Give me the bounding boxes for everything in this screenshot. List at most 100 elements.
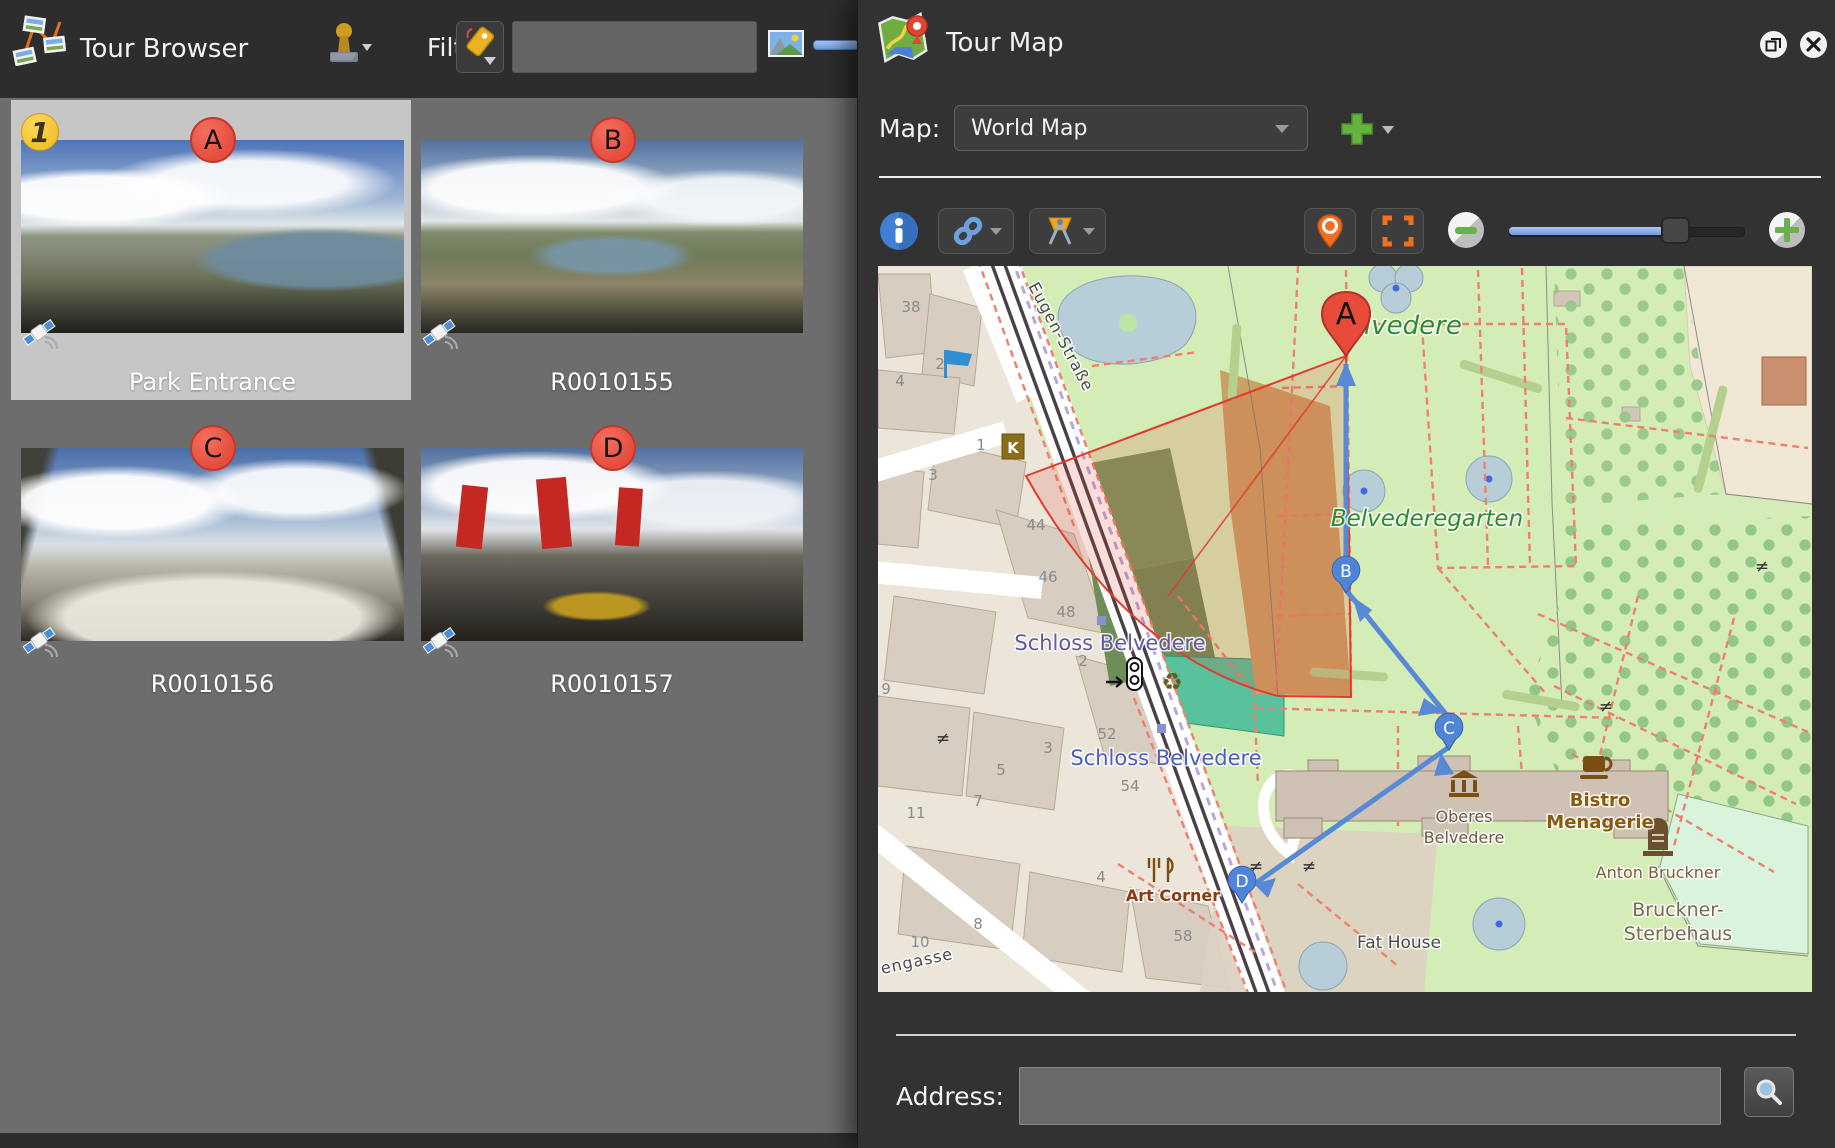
map-select-value: World Map [971, 116, 1087, 141]
zoom-slider-handle[interactable] [1661, 217, 1690, 244]
separator [879, 176, 1821, 178]
svg-text:10: 10 [910, 933, 929, 951]
svg-text:Menagerie: Menagerie [1546, 812, 1653, 833]
info-icon [879, 211, 919, 251]
svg-text:Oberes: Oberes [1436, 807, 1493, 826]
tour-browser-header: Tour Browser Filter: [0, 0, 857, 99]
thumb-marker-a: A [190, 117, 236, 163]
map-svg: K ♻ ≠ ≠ ≠ ≠ ≠ [878, 266, 1812, 992]
compass-icon [1041, 214, 1079, 248]
svg-text:4: 4 [895, 372, 905, 390]
svg-text:Anton Bruckner: Anton Bruckner [1596, 863, 1721, 882]
chevron-down-icon [1275, 125, 1289, 133]
svg-text:1: 1 [976, 436, 986, 454]
tour-start-badge: 1 [21, 113, 59, 151]
tag-filter-button[interactable] [456, 21, 504, 73]
address-input[interactable] [1019, 1067, 1721, 1125]
tour-map-title: Tour Map [946, 0, 1064, 92]
gps-icon [421, 314, 459, 352]
thumb-marker-c-letter: C [204, 433, 223, 464]
link-icon [950, 215, 986, 247]
tour-start-badge-number: 1 [30, 116, 49, 149]
svg-text:8: 8 [973, 915, 983, 933]
filter-input[interactable] [512, 21, 757, 73]
link-panoramas-button[interactable] [938, 208, 1014, 254]
map-pin-icon [1315, 213, 1345, 249]
info-button[interactable] [879, 211, 919, 251]
zoom-slider-fill [1509, 227, 1664, 235]
svg-text:≠: ≠ [936, 729, 950, 749]
svg-text:Art Corner: Art Corner [1126, 886, 1220, 905]
svg-text:38: 38 [901, 298, 920, 316]
stamp-menu-button[interactable] [322, 22, 378, 74]
svg-text:♻: ♻ [1161, 668, 1183, 696]
thumb-marker-c: C [190, 425, 236, 471]
svg-text:Schloss Belvedere: Schloss Belvedere [1070, 746, 1261, 770]
svg-text:3: 3 [1043, 739, 1053, 757]
svg-text:D: D [1235, 872, 1248, 892]
address-search-button[interactable] [1744, 1067, 1794, 1117]
zoom-in-button[interactable] [1769, 212, 1805, 248]
thumb-label-r0010155: R0010155 [421, 368, 803, 396]
svg-text:2: 2 [1078, 652, 1088, 670]
svg-text:58: 58 [1173, 927, 1192, 945]
separator [896, 1034, 1796, 1036]
gps-icon [421, 622, 459, 660]
svg-text:54: 54 [1120, 777, 1139, 795]
svg-text:48: 48 [1056, 603, 1075, 621]
svg-text:≠: ≠ [1755, 557, 1769, 577]
svg-text:11: 11 [906, 804, 925, 822]
tour-map-icon [874, 8, 932, 68]
panorama-list: A B C D 1 Park Entrance R0010155 R001015… [0, 98, 857, 1133]
thumbnail-size-icon [768, 30, 804, 57]
add-icon [1338, 110, 1402, 150]
thumb-label-r0010156: R0010156 [21, 670, 404, 698]
chevron-down-icon [1083, 228, 1095, 235]
tour-map-window: Tour Map Map: World Map [857, 0, 1835, 1148]
thumbnail-size-slider[interactable] [813, 40, 859, 50]
svg-text:K: K [1007, 439, 1020, 457]
svg-text:B: B [1340, 562, 1352, 582]
svg-text:Belvederegarten: Belvederegarten [1331, 506, 1523, 532]
svg-text:9: 9 [881, 680, 891, 698]
chevron-down-icon [990, 228, 1002, 235]
tour-browser-title: Tour Browser [80, 0, 248, 98]
panorama-thumb-park-entrance[interactable] [21, 140, 404, 333]
red-flag [456, 485, 488, 549]
tour-browser-window: Tour Browser Filter: [0, 0, 857, 1148]
gps-icon [21, 622, 59, 660]
svg-text:52: 52 [1097, 725, 1116, 743]
center-marker-button[interactable] [1304, 208, 1356, 254]
tour-browser-icon [12, 10, 68, 66]
svg-text:5: 5 [996, 761, 1006, 779]
stamp-icon [322, 22, 378, 74]
svg-text:Sterbehaus: Sterbehaus [1624, 923, 1732, 945]
svg-text:≠: ≠ [1302, 857, 1316, 877]
plus-icon [1775, 218, 1799, 242]
undock-button[interactable] [1760, 31, 1787, 58]
svg-text:44: 44 [1026, 516, 1045, 534]
thumb-marker-d: D [590, 425, 636, 471]
set-viewing-direction-button[interactable] [1029, 208, 1106, 254]
panorama-thumb-r0010157[interactable] [421, 448, 803, 641]
map-label: Map: [879, 114, 940, 143]
zoom-out-button[interactable] [1448, 212, 1484, 248]
add-map-button[interactable] [1338, 110, 1402, 150]
svg-text:A: A [1336, 297, 1357, 332]
close-button[interactable] [1800, 31, 1827, 58]
gps-icon [21, 314, 59, 352]
svg-text:Fat House: Fat House [1357, 933, 1441, 953]
panorama-thumb-r0010156[interactable] [21, 448, 404, 641]
map-canvas[interactable]: K ♻ ≠ ≠ ≠ ≠ ≠ [878, 266, 1812, 992]
map-select[interactable]: World Map [954, 105, 1308, 151]
undock-icon [1765, 36, 1782, 53]
address-label: Address: [896, 1082, 1004, 1111]
svg-text:Belvedere: Belvedere [1424, 828, 1505, 847]
thumb-marker-b-letter: B [604, 125, 623, 156]
fullscreen-icon [1382, 215, 1414, 247]
fit-view-button[interactable] [1371, 208, 1424, 254]
close-icon [1806, 37, 1821, 52]
tour-browser-bottom-edge [0, 1133, 857, 1148]
thumb-marker-b: B [590, 117, 636, 163]
panorama-thumb-r0010155[interactable] [421, 140, 803, 333]
